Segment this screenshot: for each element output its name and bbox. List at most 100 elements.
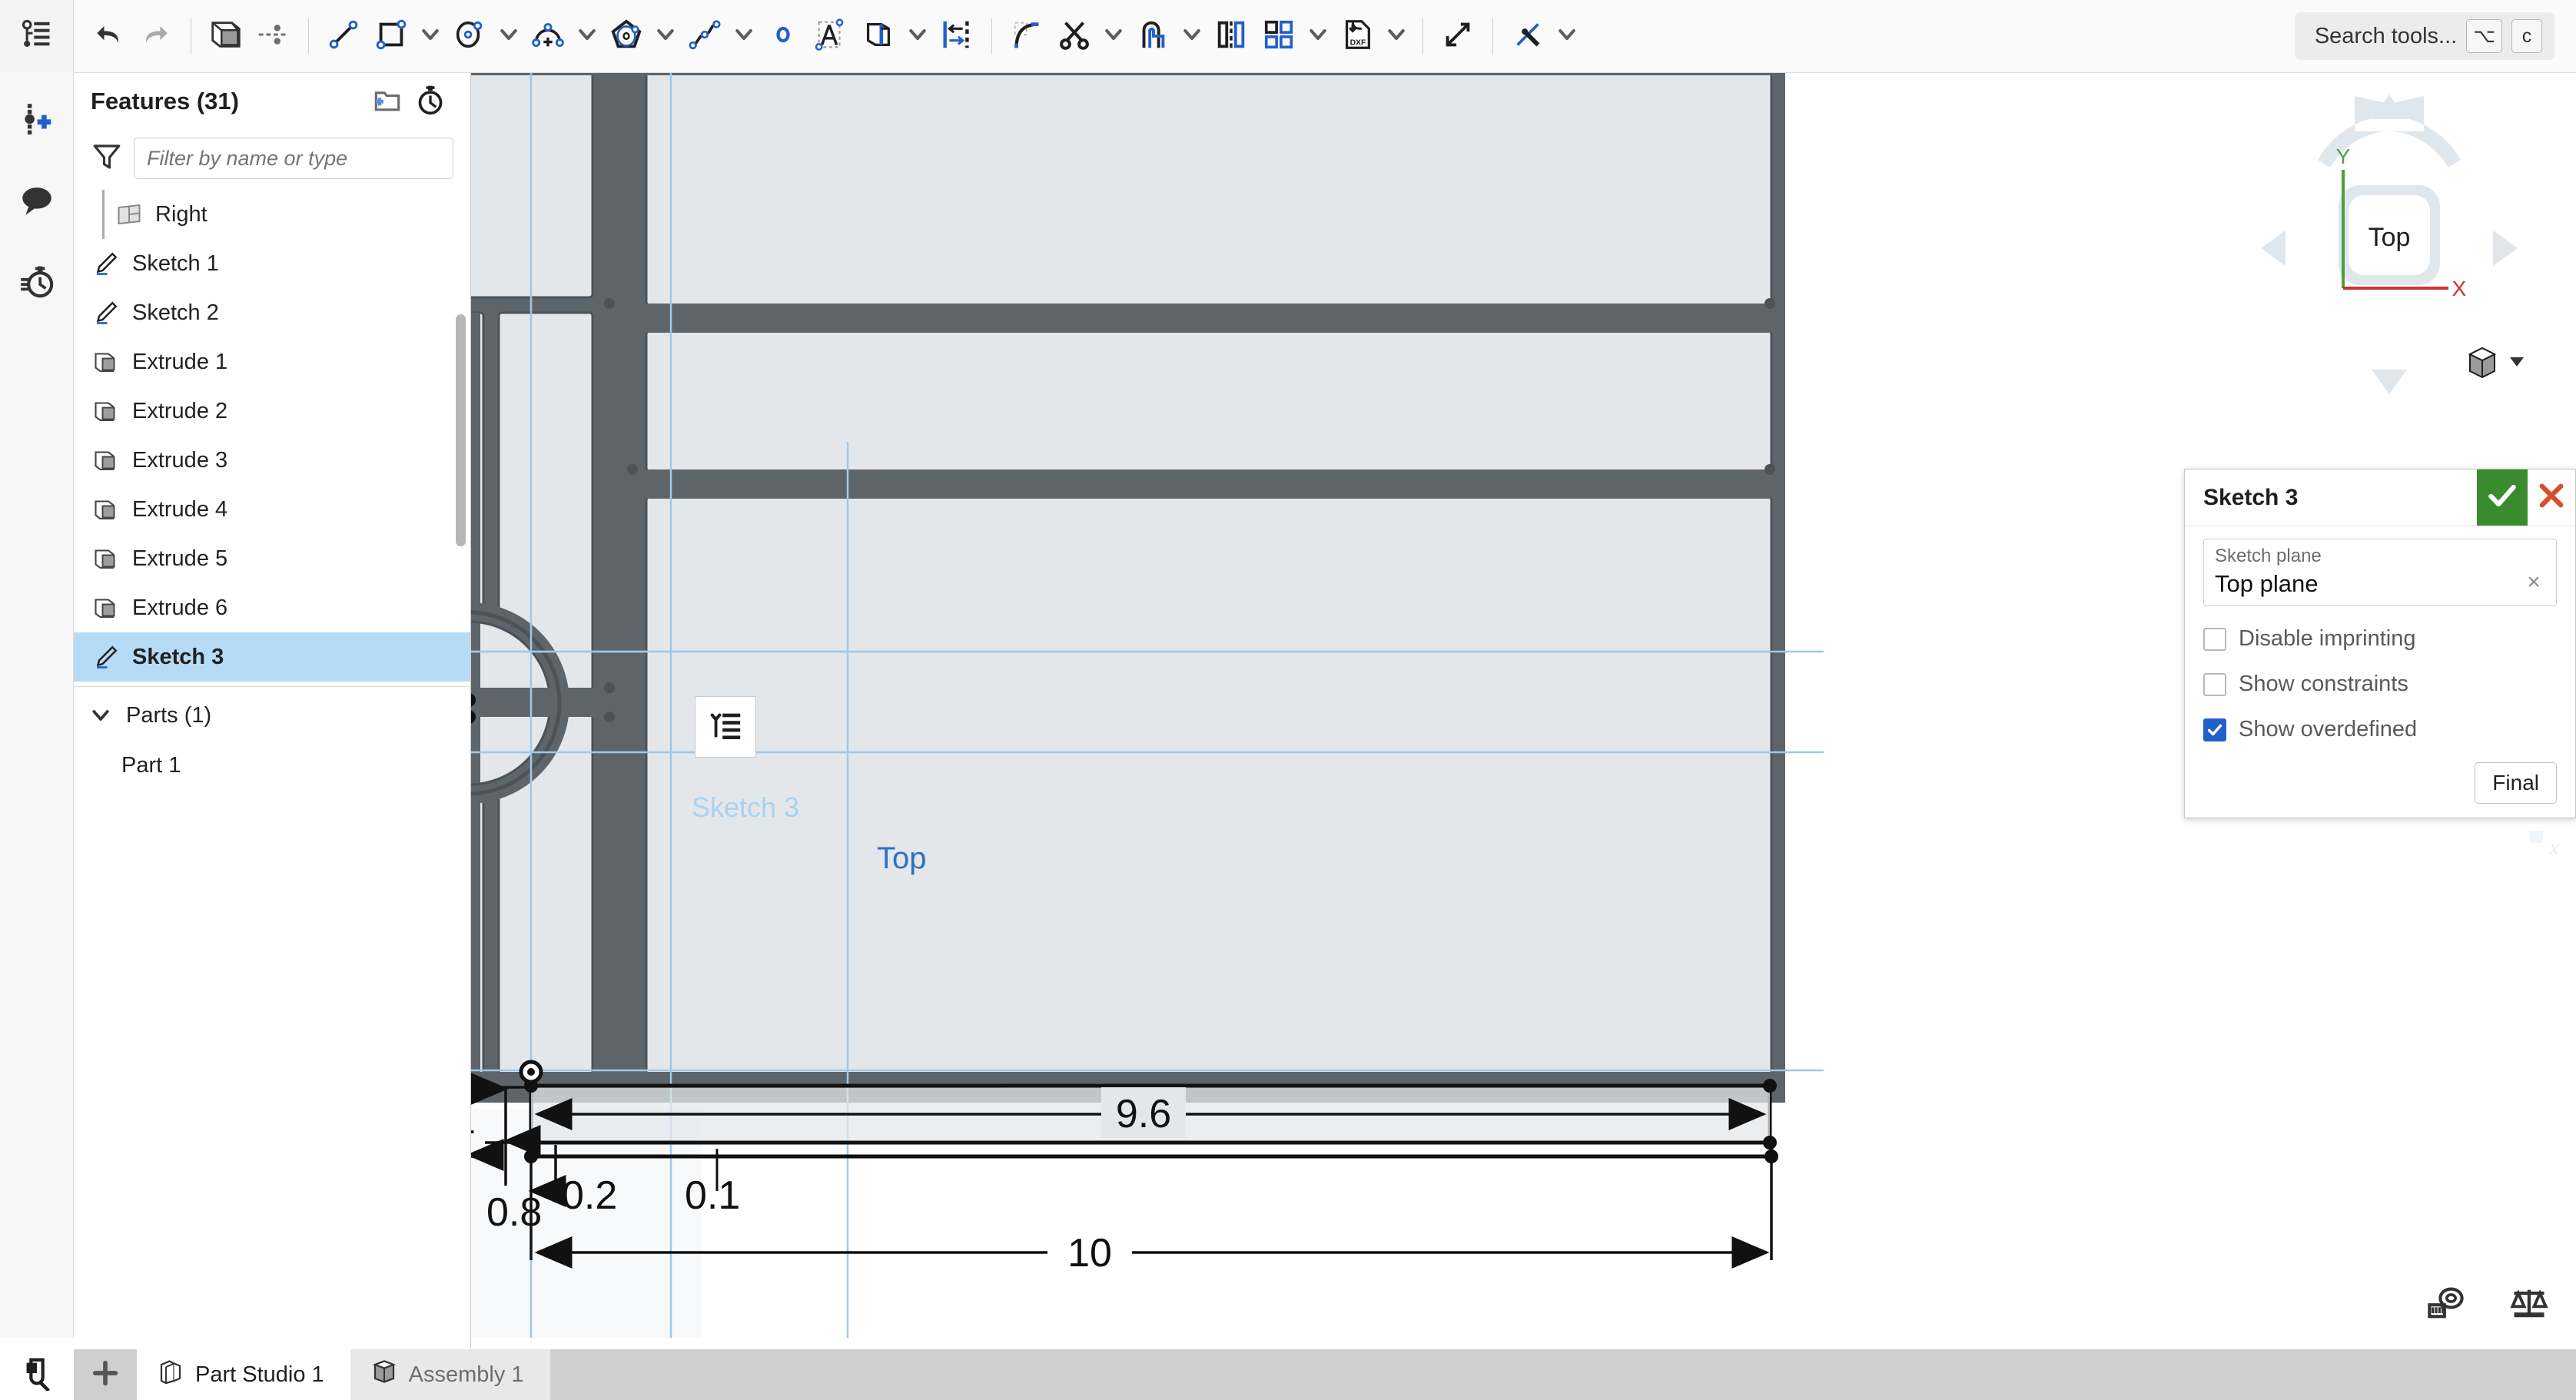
fillet-tool-button[interactable]: [1003, 9, 1051, 63]
sketch-dialog: Sketch 3 Sketch plane Top plane ×: [2184, 469, 2576, 818]
dimension-tool-button[interactable]: [933, 9, 981, 63]
trim-tool-dropdown[interactable]: [1098, 9, 1129, 63]
feature-list-scrollbar[interactable]: [456, 314, 466, 546]
checkmark-icon: [2485, 479, 2519, 516]
use-project-dropdown[interactable]: [902, 9, 933, 63]
sketch-plane-label: Sketch plane: [2215, 546, 2547, 567]
measure-icon: [2426, 1283, 2466, 1327]
checkbox-label: Disable imprinting: [2239, 626, 2416, 652]
construction-dropdown[interactable]: [1552, 9, 1582, 63]
pattern-tool-button[interactable]: [1255, 9, 1303, 63]
mass-properties-icon: [2509, 1283, 2549, 1327]
arc-tool-button[interactable]: [524, 9, 572, 63]
tree-item-extrude-5[interactable]: Extrude 5: [74, 534, 470, 583]
polygon-tool-dropdown[interactable]: [650, 9, 681, 63]
tree-item-extrude-4[interactable]: Extrude 4: [74, 485, 470, 534]
spline-tool-icon: [687, 17, 722, 56]
tree-item-right[interactable]: Right: [74, 190, 470, 239]
trim-tool-button[interactable]: [1051, 9, 1098, 63]
disable-imprinting-checkbox[interactable]: Disable imprinting: [2203, 626, 2557, 652]
circle-tool-dropdown[interactable]: [493, 9, 524, 63]
dxf-export-button[interactable]: DXF: [1333, 9, 1381, 63]
top-toolbar: DXF: [0, 0, 2576, 73]
filter-input[interactable]: [134, 138, 453, 179]
tree-item-label: Extrude 1: [132, 350, 227, 375]
arc-tool-dropdown[interactable]: [572, 9, 603, 63]
search-tools-button[interactable]: Search tools... ⌥ c: [2295, 12, 2554, 60]
polygon-tool-button[interactable]: [603, 9, 650, 63]
tree-item-sketch-3[interactable]: Sketch 3: [74, 632, 470, 682]
tree-section-divider: [74, 686, 470, 687]
spline-tool-dropdown[interactable]: [729, 9, 759, 63]
checkbox-label: Show constraints: [2239, 672, 2408, 697]
rectangle-tool-dropdown[interactable]: [415, 9, 446, 63]
circle-tool-button[interactable]: [446, 9, 493, 63]
search-part-icon: [19, 1355, 55, 1395]
fillet-tool-icon: [1009, 17, 1044, 56]
sketch-plane-field[interactable]: Sketch plane Top plane ×: [2203, 539, 2557, 606]
history-button[interactable]: [11, 257, 63, 310]
show-overdefined-checkbox[interactable]: Show overdefined: [2203, 717, 2557, 742]
offset-tool-dropdown[interactable]: [1177, 9, 1207, 63]
checkbox-box: [2203, 673, 2226, 696]
text-tool-button[interactable]: [807, 9, 855, 63]
redo-button[interactable]: [132, 9, 180, 63]
mirror-tool-button[interactable]: [1207, 9, 1255, 63]
sketch-icon: [91, 248, 121, 279]
transform-button[interactable]: [1434, 9, 1482, 63]
feature-filter-row: [74, 130, 470, 187]
dimension-tool-icon: [939, 17, 974, 56]
plus-icon: [90, 1358, 121, 1392]
rollback-button[interactable]: [409, 80, 452, 123]
tree-item-sketch-1[interactable]: Sketch 1: [74, 239, 470, 288]
point-tool-button[interactable]: [759, 9, 807, 63]
tree-item-extrude-2[interactable]: Extrude 2: [74, 386, 470, 436]
clear-plane-button[interactable]: ×: [2521, 569, 2547, 595]
parts-section-header[interactable]: Parts (1): [74, 690, 470, 741]
dxf-export-dropdown[interactable]: [1381, 9, 1412, 63]
tree-item-part-1[interactable]: Part 1: [74, 741, 470, 790]
chevron-down-icon: [576, 23, 599, 50]
show-constraints-checkbox[interactable]: Show constraints: [2203, 672, 2557, 697]
mass-properties-button[interactable]: [2505, 1281, 2553, 1329]
spline-tool-button[interactable]: [681, 9, 729, 63]
sketch-view-button[interactable]: [250, 9, 297, 63]
part-studio-button[interactable]: [202, 9, 250, 63]
line-tool-button[interactable]: [320, 9, 367, 63]
sketch-dialog-footer: Final: [2203, 762, 2557, 804]
offset-tool-button[interactable]: [1129, 9, 1177, 63]
tree-item-extrude-6[interactable]: Extrude 6: [74, 583, 470, 632]
view-orientation-widget[interactable]: Top Y X: [2239, 87, 2539, 410]
feature-list-toggle[interactable]: [0, 0, 74, 73]
variables-button[interactable]: x: [2513, 812, 2576, 880]
use-project-button[interactable]: [855, 9, 902, 63]
insert-feature-button[interactable]: [11, 95, 63, 147]
undo-button[interactable]: [85, 9, 132, 63]
accept-button[interactable]: [2477, 469, 2528, 526]
sketch-icon: [91, 297, 121, 328]
chevron-down-icon: [1306, 23, 1329, 50]
tab-part-studio-1[interactable]: Part Studio 1: [137, 1349, 350, 1400]
pattern-tool-dropdown[interactable]: [1303, 9, 1333, 63]
measure-button[interactable]: [2422, 1281, 2470, 1329]
toolbar-divider: [1422, 18, 1423, 55]
sketch-view-icon: [256, 17, 291, 56]
close-icon: [2535, 479, 2568, 516]
rectangle-tool-button[interactable]: [367, 9, 415, 63]
tree-item-extrude-3[interactable]: Extrude 3: [74, 436, 470, 485]
tree-item-label: Right: [155, 202, 207, 227]
add-tab-button[interactable]: [74, 1349, 137, 1400]
tab-bar-corner[interactable]: [0, 1349, 74, 1400]
construction-button[interactable]: [1504, 9, 1552, 63]
final-button[interactable]: Final: [2475, 762, 2557, 804]
comments-button[interactable]: [11, 176, 63, 228]
use-project-icon: [861, 17, 896, 56]
cancel-button[interactable]: [2528, 469, 2575, 526]
sketch-entity-list-button[interactable]: [695, 696, 756, 758]
checkbox-box: [2203, 718, 2226, 741]
tree-item-sketch-2[interactable]: Sketch 2: [74, 288, 470, 337]
tree-item-extrude-1[interactable]: Extrude 1: [74, 337, 470, 386]
new-folder-button[interactable]: [366, 80, 409, 123]
trim-tool-icon: [1057, 17, 1092, 56]
tab-assembly-1[interactable]: Assembly 1: [350, 1349, 550, 1400]
